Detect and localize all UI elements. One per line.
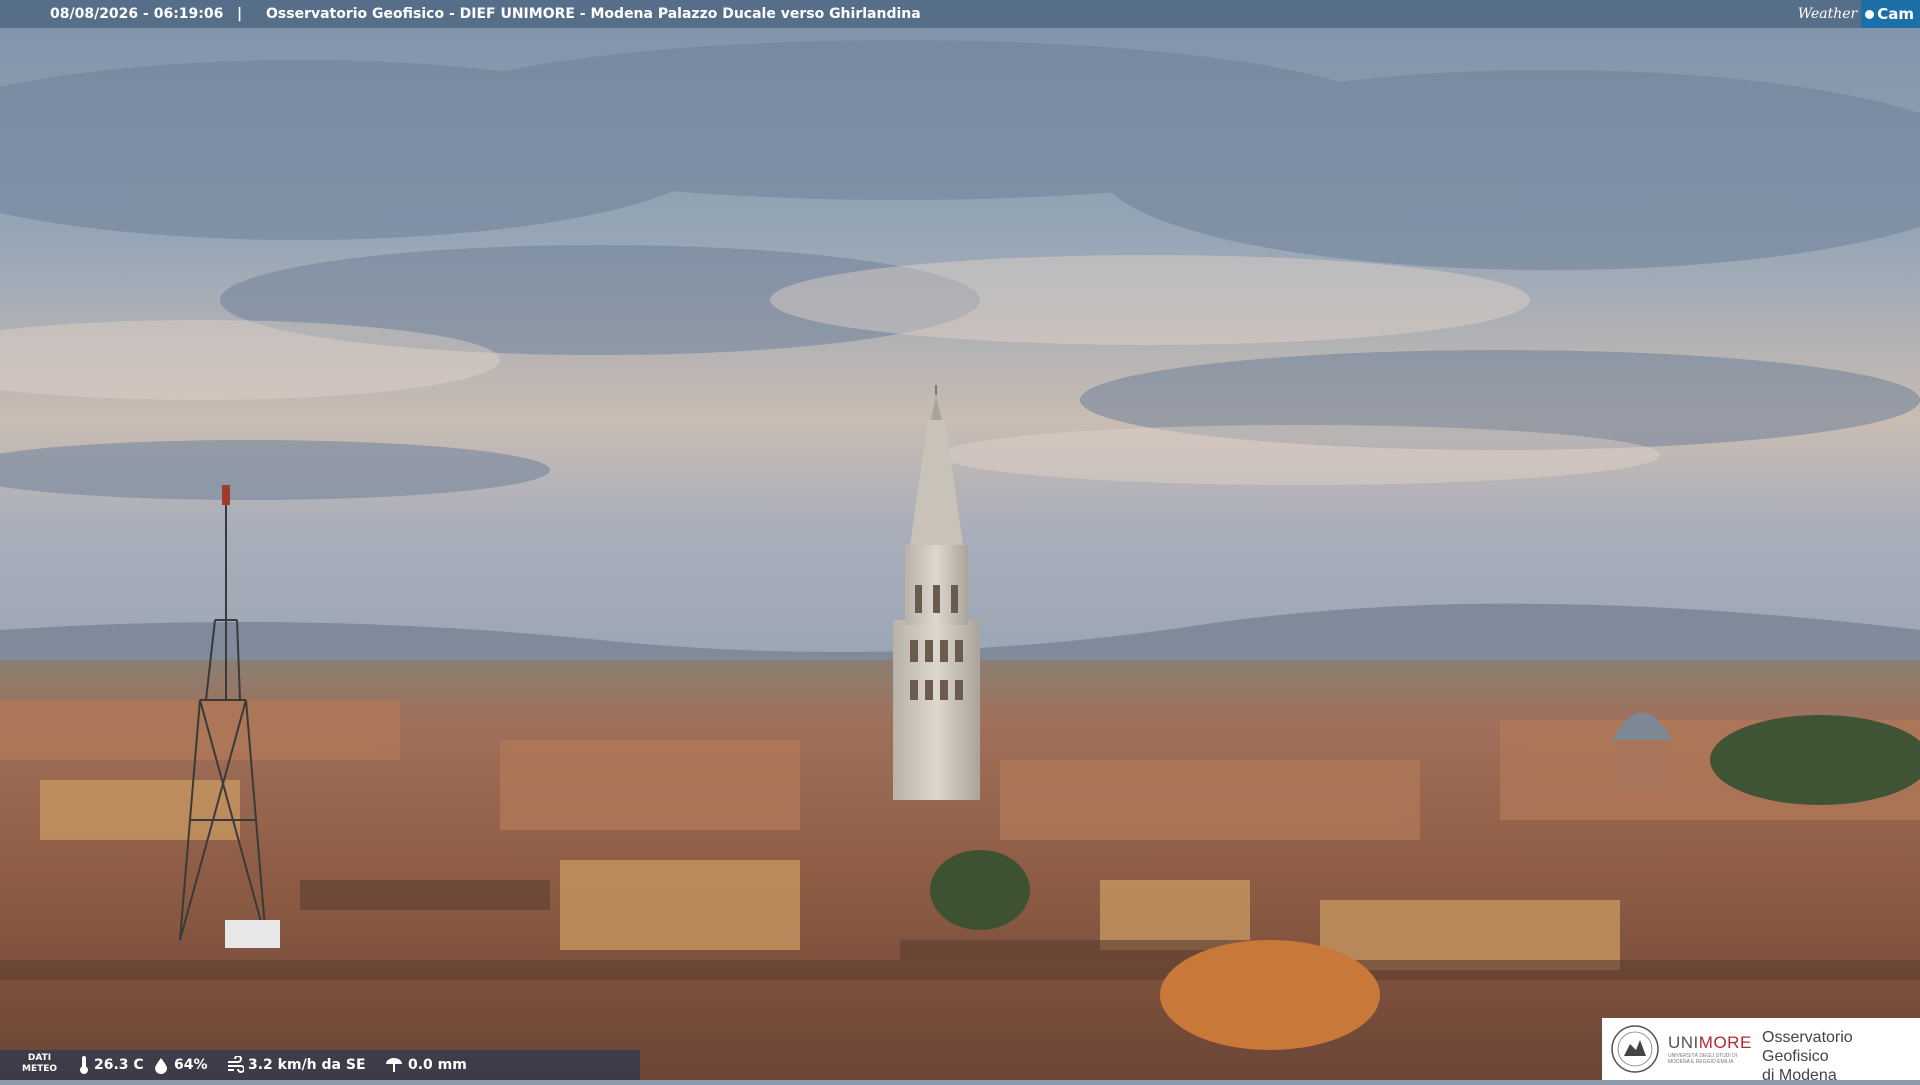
unimore-prefix: UNI bbox=[1668, 1033, 1699, 1052]
observatory-line2: di Modena bbox=[1762, 1067, 1837, 1084]
humidity-value: 64% bbox=[174, 1057, 208, 1073]
caption-separator: | bbox=[237, 6, 243, 22]
timestamp: 08/08/2026 - 06:19:06 bbox=[50, 6, 224, 22]
observatory-name: Osservatorio Geofisico di Modena bbox=[1762, 1028, 1920, 1085]
unimore-highlight: MORE bbox=[1698, 1033, 1752, 1052]
unimore-wordmark: UNIMORE UNIVERSITÀ DEGLI STUDI DI MODENA… bbox=[1668, 1033, 1752, 1065]
camera-title: Osservatorio Geofisico - DIEF UNIMORE - … bbox=[266, 6, 921, 22]
humidity-stat: 64% bbox=[152, 1050, 208, 1080]
wind-value: 3.2 km/h da SE bbox=[248, 1057, 366, 1073]
observatory-line1: Osservatorio Geofisico bbox=[1762, 1029, 1853, 1065]
weathercam-logo: Weather Cam bbox=[1792, 0, 1920, 28]
camera-lens-icon bbox=[1865, 9, 1875, 19]
unimore-sub2: MODENA E REGGIO EMILIA bbox=[1668, 1059, 1734, 1065]
rain-stat: 0.0 mm bbox=[384, 1050, 467, 1080]
temperature-stat: 26.3 C bbox=[78, 1050, 144, 1080]
caption-bar: 08/08/2026 - 06:19:06 | Osservatorio Geo… bbox=[0, 0, 1920, 28]
weathercam-logo-cam: Cam bbox=[1861, 0, 1920, 28]
webcam-image bbox=[0, 0, 1920, 1080]
unimore-seal-icon bbox=[1611, 1025, 1659, 1073]
weathercam-logo-weather: Weather bbox=[1797, 6, 1858, 22]
humidity-drop-icon bbox=[155, 1058, 167, 1074]
weather-stats-bar: DATI METEO 26.3 C 64% 3.2 km/h da SE 0.0… bbox=[0, 1050, 640, 1080]
trees bbox=[1710, 715, 1920, 805]
temperature-value: 26.3 C bbox=[94, 1057, 144, 1073]
unimore-name: UNIMORE bbox=[1668, 1033, 1752, 1053]
unimore-logo-box: UNIMORE UNIVERSITÀ DEGLI STUDI DI MODENA… bbox=[1602, 1018, 1920, 1084]
thermometer-icon bbox=[80, 1056, 88, 1074]
wind-stat: 3.2 km/h da SE bbox=[226, 1050, 366, 1080]
weather-data-label: DATI METEO bbox=[22, 1053, 57, 1075]
weathercam-logo-cam-text: Cam bbox=[1877, 5, 1914, 23]
rain-value: 0.0 mm bbox=[408, 1057, 467, 1073]
weather-data-label-line2: METEO bbox=[22, 1064, 58, 1074]
rain-icon bbox=[386, 1058, 402, 1072]
wind-icon bbox=[228, 1056, 244, 1073]
weather-data-label-line1: DATI bbox=[27, 1053, 52, 1063]
